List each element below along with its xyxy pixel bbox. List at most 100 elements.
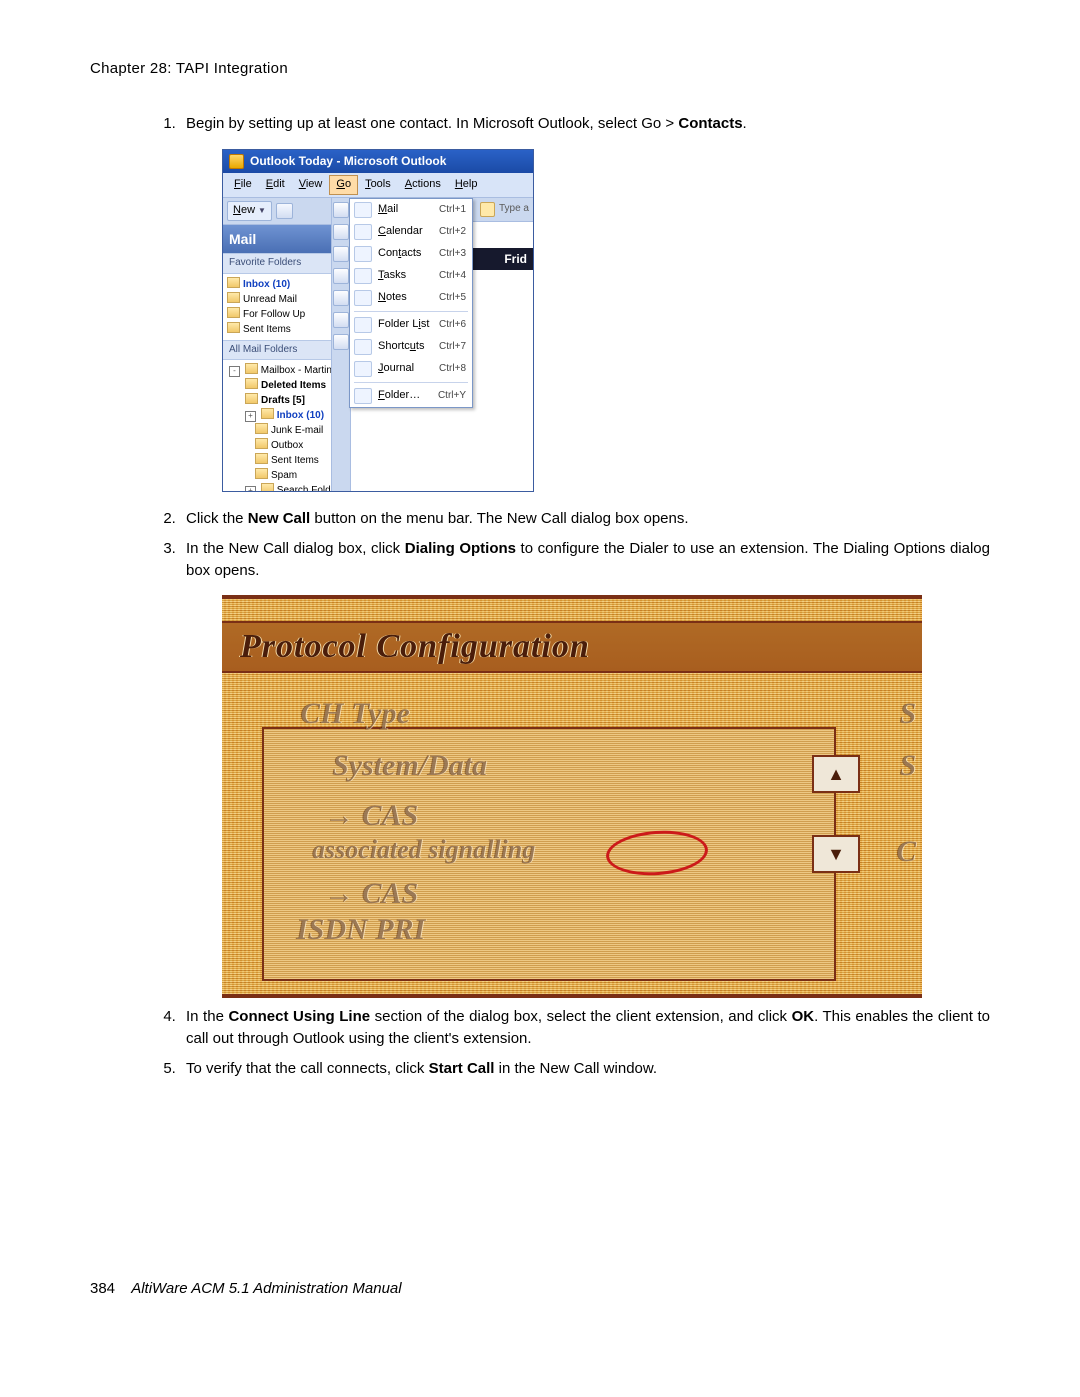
step-2-bold: New Call [248, 510, 311, 527]
journal-icon[interactable] [333, 334, 349, 350]
menu-item-label: Calendar [378, 224, 439, 240]
menu-actions[interactable]: Actions [398, 175, 448, 195]
menu-item-label: Shortcuts [378, 339, 439, 355]
tree-spam[interactable]: Spam [227, 468, 331, 483]
dropdown-icon: ▼ [258, 205, 266, 217]
menu-separator [354, 382, 468, 383]
tree-inbox[interactable]: + Inbox (10) [227, 408, 331, 423]
go-menu-notes[interactable]: Notes Ctrl+5 [350, 287, 472, 309]
ghost-text: System/Data [332, 749, 487, 783]
fav-followup[interactable]: For Follow Up [227, 307, 331, 322]
scroll-down-button[interactable]: ▼ [812, 835, 860, 873]
menu-item-label: Journal [378, 361, 439, 377]
tasks-icon[interactable] [333, 268, 349, 284]
step-1-post: . [743, 115, 747, 132]
folder-icon [227, 292, 240, 303]
fav-unread[interactable]: Unread Mail [227, 292, 331, 307]
go-menu-tasks[interactable]: Tasks Ctrl+4 [350, 265, 472, 287]
go-menu-shortcuts[interactable]: Shortcuts Ctrl+7 [350, 336, 472, 358]
step-4-bold2: OK [792, 1008, 815, 1025]
scroll-up-button[interactable]: ▲ [812, 755, 860, 793]
fav-item-label: For Follow Up [243, 309, 305, 320]
expander-icon[interactable]: + [245, 486, 256, 491]
menu-go[interactable]: Go [329, 175, 358, 195]
go-menu-journal[interactable]: Journal Ctrl+8 [350, 358, 472, 380]
tree-mailbox[interactable]: - Mailbox - Martin [227, 363, 331, 378]
all-mail-folders-header: All Mail Folders [223, 340, 331, 361]
go-menu-calendar[interactable]: Calendar Ctrl+2 [350, 221, 472, 243]
expander-icon[interactable]: - [229, 366, 240, 377]
folder-icon [245, 378, 258, 389]
menu-file[interactable]: File [227, 175, 259, 195]
menu-item-shortcut: Ctrl+2 [439, 225, 466, 240]
go-menu-folder[interactable]: Folder… Ctrl+Y [350, 385, 472, 407]
outlook-title: Outlook Today - Microsoft Outlook [250, 153, 446, 170]
menu-view[interactable]: View [292, 175, 330, 195]
folder-icon [227, 307, 240, 318]
step-1: Begin by setting up at least one contact… [180, 113, 990, 492]
menu-item-label: Contacts [378, 246, 439, 262]
go-menu-contacts[interactable]: Contacts Ctrl+3 [350, 243, 472, 265]
menu-item-shortcut: Ctrl+1 [439, 203, 466, 218]
contacts-icon [354, 246, 372, 262]
go-menu-mail[interactable]: Mail Ctrl+1 [350, 199, 472, 221]
step-5-pre: To verify that the call connects, click [186, 1060, 429, 1077]
tasks-icon [354, 268, 372, 284]
folder-icon [255, 453, 268, 464]
fav-inbox[interactable]: Inbox (10) [227, 277, 331, 292]
fav-item-count: (10) [272, 279, 290, 290]
search-icon[interactable] [480, 202, 495, 217]
ghost-text: → CAS [324, 799, 418, 833]
menu-item-shortcut: Ctrl+4 [439, 269, 466, 284]
tree-count: (10) [306, 410, 324, 421]
menu-item-shortcut: Ctrl+5 [439, 291, 466, 306]
fav-item-label: Inbox [243, 279, 270, 290]
contacts-icon[interactable] [333, 246, 349, 262]
expander-icon[interactable]: + [245, 411, 256, 422]
menu-edit[interactable]: Edit [259, 175, 292, 195]
tree-search-folders[interactable]: + Search Folders [227, 483, 331, 491]
search-placeholder[interactable]: Type a [499, 202, 529, 217]
menu-item-shortcut: Ctrl+Y [438, 389, 466, 404]
shortcuts-icon[interactable] [333, 312, 349, 328]
fav-sent[interactable]: Sent Items [227, 322, 331, 337]
menu-item-label: Tasks [378, 268, 439, 284]
menu-help[interactable]: Help [448, 175, 485, 195]
tree-drafts[interactable]: Drafts [5] [227, 393, 331, 408]
go-menu-folderlist[interactable]: Folder List Ctrl+6 [350, 314, 472, 336]
tree-sent[interactable]: Sent Items [227, 453, 331, 468]
tree-deleted[interactable]: Deleted Items [227, 378, 331, 393]
menu-separator [354, 311, 468, 312]
corrupted-screenshot: Protocol Configuration CH Type System/Da… [222, 595, 922, 998]
favorite-folders-list: Inbox (10) Unread Mail For Follow Up Sen… [223, 274, 331, 340]
step-1-bold: Contacts [678, 115, 742, 132]
folder-icon [261, 483, 274, 491]
mail-icon[interactable] [333, 202, 349, 218]
mail-folder-tree: - Mailbox - Martin Deleted Items Drafts … [223, 360, 331, 491]
tree-label: Search Folders [277, 485, 331, 491]
folderlist-icon [354, 317, 372, 333]
ghost-text: S [899, 697, 916, 731]
menu-tools[interactable]: Tools [358, 175, 398, 195]
new-button-label: New [233, 203, 255, 219]
outlook-screenshot: Outlook Today - Microsoft Outlook File E… [222, 149, 534, 492]
menu-item-shortcut: Ctrl+6 [439, 318, 466, 333]
step-4-bold1: Connect Using Line [228, 1008, 370, 1025]
tree-label: Spam [271, 470, 297, 481]
new-button[interactable]: New ▼ [227, 201, 272, 221]
tree-junk[interactable]: Junk E-mail [227, 423, 331, 438]
step-2: Click the New Call button on the menu ba… [180, 508, 990, 530]
folder-icon [354, 388, 372, 404]
notes-icon[interactable] [333, 290, 349, 306]
tree-outbox[interactable]: Outbox [227, 438, 331, 453]
menu-item-shortcut: Ctrl+8 [439, 362, 466, 377]
menu-item-shortcut: Ctrl+7 [439, 340, 466, 355]
menu-item-shortcut: Ctrl+3 [439, 247, 466, 262]
outlook-icon [229, 154, 244, 169]
print-icon[interactable] [276, 203, 293, 219]
calendar-icon [354, 224, 372, 240]
footer-title: AltiWare ACM 5.1 Administration Manual [131, 1280, 401, 1297]
calendar-icon[interactable] [333, 224, 349, 240]
tree-label: Junk E-mail [271, 425, 323, 436]
ghost-text: → CAS [324, 877, 418, 911]
